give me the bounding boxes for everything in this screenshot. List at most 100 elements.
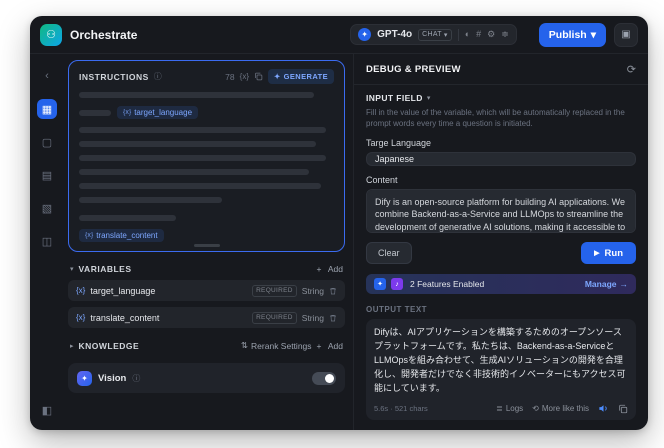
sparkle-icon: ✦ bbox=[273, 72, 281, 81]
skeleton-line bbox=[79, 92, 334, 98]
speaker-icon[interactable] bbox=[598, 403, 609, 414]
back-icon[interactable]: ‹ bbox=[37, 66, 57, 86]
skeleton-line bbox=[79, 183, 334, 189]
debug-title: DEBUG & PREVIEW bbox=[366, 64, 461, 75]
variable-row[interactable]: {x} target_language REQUIRED String bbox=[68, 280, 345, 301]
insert-variable-icon[interactable]: {x} bbox=[240, 72, 249, 81]
generate-button[interactable]: ✦ GENERATE bbox=[267, 69, 334, 84]
divider bbox=[457, 28, 459, 41]
add-knowledge-button[interactable]: + Add bbox=[317, 341, 343, 351]
variable-chip[interactable]: {x} target_language bbox=[117, 106, 199, 119]
orchestrate-nav-icon[interactable]: ▦ bbox=[37, 99, 57, 119]
required-badge: REQUIRED bbox=[252, 284, 297, 297]
variable-row[interactable]: {x} translate_content REQUIRED String bbox=[68, 307, 345, 328]
output-card: Difyは、AIアプリケーションを構築するためのオープンソースプラットフォームで… bbox=[366, 319, 636, 420]
variable-icon: {x} bbox=[85, 232, 94, 239]
toolbox-icon: ▣ bbox=[621, 29, 631, 40]
variables-title: VARIABLES bbox=[78, 264, 132, 274]
copy-output-icon[interactable] bbox=[618, 404, 628, 414]
skeleton-line bbox=[79, 127, 334, 133]
params-sliders-icon[interactable]: ≑ bbox=[501, 30, 509, 39]
skeleton-line bbox=[79, 197, 334, 203]
variable-chip[interactable]: {x} translate_content bbox=[79, 229, 164, 242]
robot-icon: ⚇ bbox=[46, 29, 56, 41]
divider bbox=[354, 84, 648, 85]
delete-variable-icon[interactable] bbox=[329, 314, 337, 322]
input-field-title: INPUT FIELD bbox=[366, 92, 423, 103]
model-name: GPT-4o bbox=[377, 29, 413, 40]
resize-handle[interactable] bbox=[193, 244, 220, 247]
skeleton-line bbox=[79, 169, 334, 175]
skeleton-line bbox=[79, 141, 334, 147]
output-text: Difyは、AIアプリケーションを構築するためのオープンソースプラットフォームで… bbox=[374, 327, 626, 394]
tokens-icon[interactable]: # bbox=[476, 30, 481, 39]
publish-button[interactable]: Publish ▾ bbox=[538, 22, 606, 47]
info-icon: ⓘ bbox=[132, 373, 141, 383]
clear-button[interactable]: Clear bbox=[366, 242, 412, 265]
collapse-panel-icon[interactable]: ◧ bbox=[37, 400, 57, 420]
model-selector[interactable]: ✦ GPT-4o CHAT ▾ ◐ # ⚙ ≑ bbox=[350, 24, 517, 45]
char-count: 78 bbox=[225, 71, 235, 82]
vision-icon: ✦ bbox=[77, 370, 92, 386]
knowledge-title: KNOWLEDGE bbox=[78, 340, 140, 351]
info-icon: ⓘ bbox=[153, 72, 162, 81]
retry-icon: ⟲ bbox=[532, 404, 539, 413]
chevron-down-icon: ▾ bbox=[590, 28, 596, 41]
chevron-down-icon[interactable]: ▾ bbox=[70, 265, 74, 273]
variable-icon: {x} bbox=[76, 313, 86, 322]
model-mode-badge[interactable]: CHAT ▾ bbox=[418, 28, 452, 41]
vision-feature-row: ✦ Vision ⓘ bbox=[68, 363, 345, 393]
arrow-right-icon: → bbox=[619, 279, 629, 290]
skeleton-line bbox=[79, 215, 334, 221]
model-provider-icon: ✦ bbox=[358, 28, 372, 41]
language-select[interactable]: Japanese bbox=[366, 151, 636, 166]
debug-preview-panel: DEBUG & PREVIEW ⟳ INPUT FIELD ▾ Fill in … bbox=[354, 54, 648, 430]
more-like-this-button[interactable]: ⟲ More like this bbox=[532, 404, 589, 413]
app-toolbox-button[interactable]: ▣ bbox=[614, 22, 638, 47]
input-field-description: Fill in the value of the variable, which… bbox=[366, 107, 625, 128]
app-header: ⚇ Orchestrate ✦ GPT-4o CHAT ▾ ◐ # ⚙ ≑ Pub… bbox=[30, 16, 648, 54]
output-stats: 5.6s · 521 chars bbox=[374, 404, 428, 413]
manage-features-link[interactable]: Manage → bbox=[585, 279, 628, 289]
delete-variable-icon[interactable] bbox=[329, 287, 337, 295]
language-field-label: Targe Language bbox=[366, 137, 432, 148]
temperature-icon[interactable]: ◐ bbox=[465, 30, 470, 39]
logs-nav-icon[interactable]: ▤ bbox=[37, 165, 57, 185]
chevron-down-icon: ▾ bbox=[443, 31, 448, 39]
chevron-down-icon[interactable]: ▾ bbox=[427, 94, 431, 102]
app-logo[interactable]: ⚇ bbox=[40, 23, 62, 46]
chevron-right-icon[interactable]: ▸ bbox=[70, 342, 74, 350]
required-badge: REQUIRED bbox=[252, 311, 297, 324]
annotation-nav-icon[interactable]: ▧ bbox=[37, 198, 57, 218]
rerank-settings-button[interactable]: ⇅ Rerank Settings bbox=[241, 340, 312, 351]
restart-icon[interactable]: ⟳ bbox=[627, 63, 636, 76]
nav-rail: ‹ ▦ ▢ ▤ ▧ ◫ ◧ bbox=[30, 54, 64, 430]
overview-nav-icon[interactable]: ◫ bbox=[37, 231, 57, 251]
instructions-card[interactable]: INSTRUCTIONS ⓘ 78 {x} ✦ GENERATE {x} tar… bbox=[68, 60, 345, 252]
skeleton-line bbox=[79, 155, 334, 161]
copy-icon[interactable] bbox=[254, 72, 263, 81]
configuration-panel: INSTRUCTIONS ⓘ 78 {x} ✦ GENERATE {x} tar… bbox=[64, 54, 354, 430]
skeleton-line: {x} translate_content bbox=[79, 229, 334, 242]
logs-button[interactable]: ≣ Logs bbox=[496, 404, 523, 413]
feature-icon-2: ♪ bbox=[391, 278, 403, 291]
skeleton-line: {x} target_language bbox=[79, 106, 334, 119]
features-bar[interactable]: ✦ ♪ 2 Features Enabled Manage → bbox=[366, 274, 636, 295]
instructions-title: INSTRUCTIONS bbox=[79, 71, 149, 82]
output-text-title: OUTPUT TEXT bbox=[366, 305, 428, 315]
app-window: ⚇ Orchestrate ✦ GPT-4o CHAT ▾ ◐ # ⚙ ≑ Pub… bbox=[30, 16, 648, 430]
page-title: Orchestrate bbox=[70, 27, 138, 42]
variable-icon: {x} bbox=[123, 109, 132, 116]
logs-icon: ≣ bbox=[496, 404, 503, 413]
add-variable-button[interactable]: + Add bbox=[317, 264, 343, 274]
variable-icon: {x} bbox=[76, 286, 86, 295]
rerank-icon: ⇅ bbox=[240, 340, 249, 350]
vision-toggle[interactable] bbox=[312, 371, 336, 385]
run-button[interactable]: ▶ Run bbox=[581, 242, 636, 265]
content-textarea[interactable]: Dify is an open-source platform for buil… bbox=[366, 188, 636, 234]
content-field-label: Content bbox=[366, 174, 398, 185]
play-icon: ▶ bbox=[594, 250, 600, 258]
model-settings-icon[interactable]: ⚙ bbox=[487, 30, 495, 39]
feature-icon-1: ✦ bbox=[374, 278, 386, 291]
api-nav-icon[interactable]: ▢ bbox=[37, 132, 57, 152]
